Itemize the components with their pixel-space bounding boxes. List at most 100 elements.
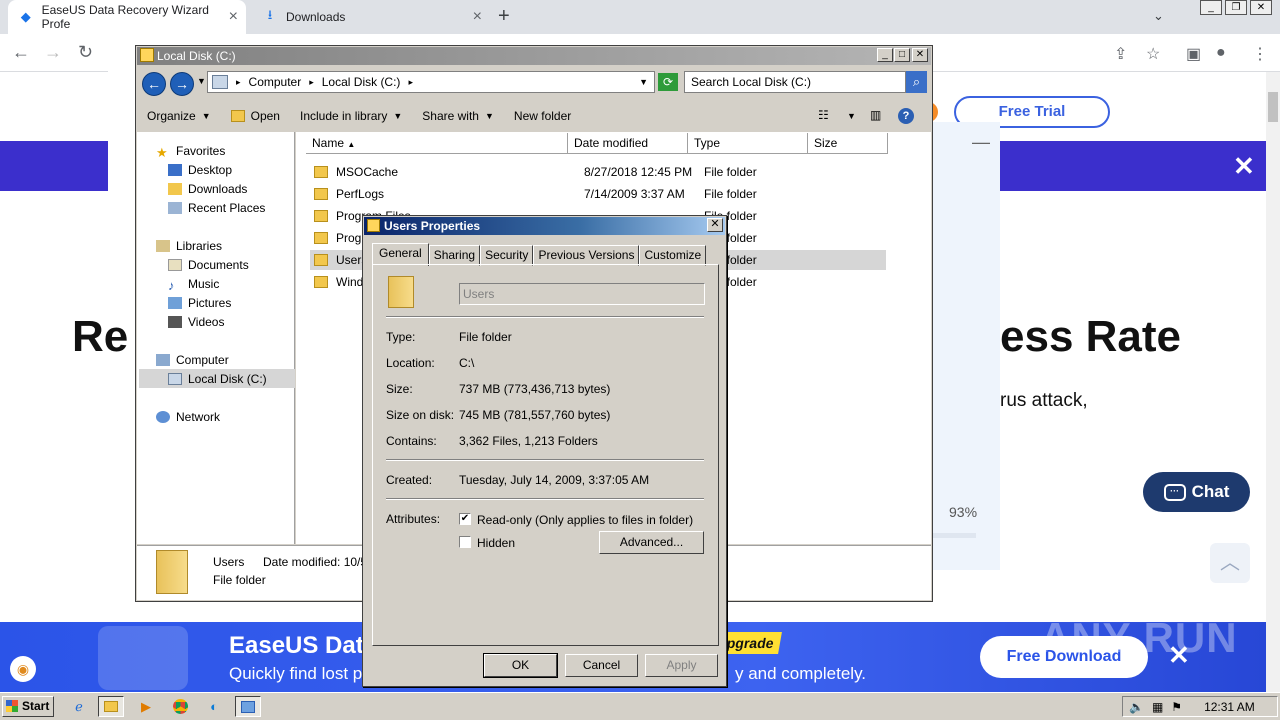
readonly-label[interactable]: Read-only (Only applies to files in fold… [477,513,693,527]
forward-icon[interactable]: → [170,72,194,96]
tab-customize[interactable]: Customize [639,245,707,266]
page-scrollbar[interactable] [1266,72,1280,692]
hidden-label[interactable]: Hidden [477,536,515,550]
nav-pictures[interactable]: Pictures [168,294,231,312]
created-label: Created: [386,473,433,487]
nav-documents[interactable]: Documents [168,256,249,274]
close-promo-icon[interactable]: ✕ [1233,151,1255,182]
scrollbar-thumb[interactable] [1268,92,1278,122]
tab-easeus[interactable]: ◆ EaseUS Data Recovery Wizard Profe × [8,0,246,34]
ok-button[interactable]: OK [483,653,558,678]
nav-computer[interactable]: Computer [156,351,229,369]
nav-network[interactable]: Network [156,408,220,426]
chevron-down-icon[interactable]: ▼ [847,111,856,121]
chevron-right-icon[interactable]: ▸ [309,77,314,88]
explorer-taskbar-icon[interactable] [98,696,124,717]
search-input[interactable]: Search Local Disk (C:) [684,71,906,93]
column-size[interactable]: Size [808,133,888,154]
restore-icon[interactable]: ❐ [1225,0,1247,15]
nav-music[interactable]: ♪ Music [168,275,219,293]
tab-sharing[interactable]: Sharing [428,245,481,266]
close-tab-icon[interactable]: × [229,8,238,26]
organize-menu[interactable]: Organize ▼ [137,109,221,123]
apply-button[interactable]: Apply [645,654,718,677]
nav-videos[interactable]: Videos [168,313,224,331]
tab-search-icon[interactable]: ⌄ [1153,8,1164,24]
upgrade-badge: pgrade [723,632,782,654]
back-icon[interactable]: ← [12,42,30,63]
close-icon[interactable]: ✕ [912,48,928,62]
cookie-icon[interactable]: ◉ [10,656,36,682]
drive-icon [140,48,154,62]
column-date-modified[interactable]: Date modified [568,133,688,154]
side-panel-icon[interactable]: ▣ [1186,44,1201,64]
easeus-taskbar-icon[interactable] [235,696,261,717]
nav-favorites[interactable]: ★ Favorites [156,142,225,160]
reload-icon[interactable]: ↻ [78,42,93,63]
internet-explorer-icon[interactable]: ℯ [66,696,92,717]
recent-pages-icon[interactable]: ▼ [197,76,206,86]
edge-icon[interactable]: ◐ [201,696,227,717]
maximize-icon[interactable]: □ [894,48,910,62]
file-row[interactable]: PerfLogs 7/14/2009 3:37 AM File folder [310,184,886,204]
include-in-library-menu[interactable]: Include in library ▼ [290,109,412,123]
readonly-checkbox[interactable]: ✔ [459,513,471,525]
view-options-icon[interactable]: ☷ [818,108,829,122]
tab-previous-versions[interactable]: Previous Versions [533,245,640,266]
close-banner-icon[interactable]: ✕ [1168,640,1190,671]
minimize-icon[interactable]: _ [877,48,893,62]
chat-button[interactable]: ··· Chat [1143,472,1250,512]
breadcrumb-local-disk[interactable]: Local Disk (C:) [322,75,401,89]
sort-ascending-icon: ▲ [347,140,356,149]
minimize-panel-icon[interactable]: — [972,132,990,153]
nav-downloads[interactable]: Downloads [168,180,247,198]
share-with-menu[interactable]: Share with ▼ [412,109,504,123]
hidden-checkbox[interactable] [459,536,471,548]
file-type: File folder [704,187,757,201]
menu-icon[interactable]: ⋮ [1252,44,1268,64]
column-name[interactable]: Name ▲ [306,133,568,154]
volume-icon[interactable]: 🔈 [1129,700,1144,714]
tab-downloads[interactable]: ⭳ Downloads × [252,0,490,34]
promo-bar [0,141,108,191]
share-icon[interactable]: ⇪ [1114,44,1127,64]
nav-desktop[interactable]: Desktop [168,161,232,179]
forward-icon[interactable]: → [44,42,62,63]
nav-recent-places[interactable]: Recent Places [168,199,265,217]
close-icon[interactable]: ✕ [707,218,723,232]
network-tray-icon[interactable]: ▦ [1152,700,1163,714]
column-type[interactable]: Type [688,133,808,154]
profile-icon[interactable]: ● [1216,44,1226,62]
scroll-top-icon[interactable]: ︿ [1210,543,1250,583]
tab-general[interactable]: General [372,243,429,266]
file-row[interactable]: MSOCache 8/27/2018 12:45 PM File folder [310,162,886,182]
nav-libraries[interactable]: Libraries [156,237,222,255]
address-bar[interactable]: ▸ Computer ▸ Local Disk (C:) ▸ ▼ [207,71,655,93]
chrome-icon[interactable] [167,696,193,717]
open-button[interactable]: Open [221,109,290,123]
new-tab-button[interactable]: + [498,5,510,28]
folder-name-field[interactable]: Users [459,283,705,305]
flag-icon[interactable]: ⚑ [1171,700,1182,714]
chevron-right-icon[interactable]: ▸ [408,77,413,88]
advanced-button[interactable]: Advanced... [599,531,704,554]
address-dropdown-icon[interactable]: ▼ [639,77,648,87]
cancel-button[interactable]: Cancel [565,654,638,677]
location-label: Location: [386,356,435,370]
back-icon[interactable]: ← [142,72,166,96]
preview-pane-icon[interactable]: ▥ [870,108,881,122]
close-icon[interactable]: ✕ [1250,0,1272,15]
breadcrumb-computer[interactable]: Computer [249,75,302,89]
close-tab-icon[interactable]: × [473,8,482,26]
nav-local-disk[interactable]: Local Disk (C:) [168,370,267,388]
chevron-right-icon[interactable]: ▸ [236,77,241,88]
new-folder-button[interactable]: New folder [504,109,581,123]
tab-security[interactable]: Security [480,245,534,266]
type-value: File folder [459,330,512,344]
help-icon[interactable]: ? [898,108,914,124]
bookmark-star-icon[interactable]: ☆ [1146,44,1160,64]
refresh-icon[interactable]: ⟳ [658,73,678,91]
search-icon[interactable]: ⌕ [906,71,927,93]
minimize-icon[interactable]: _ [1200,0,1222,15]
media-player-icon[interactable]: ▶ [133,696,159,717]
